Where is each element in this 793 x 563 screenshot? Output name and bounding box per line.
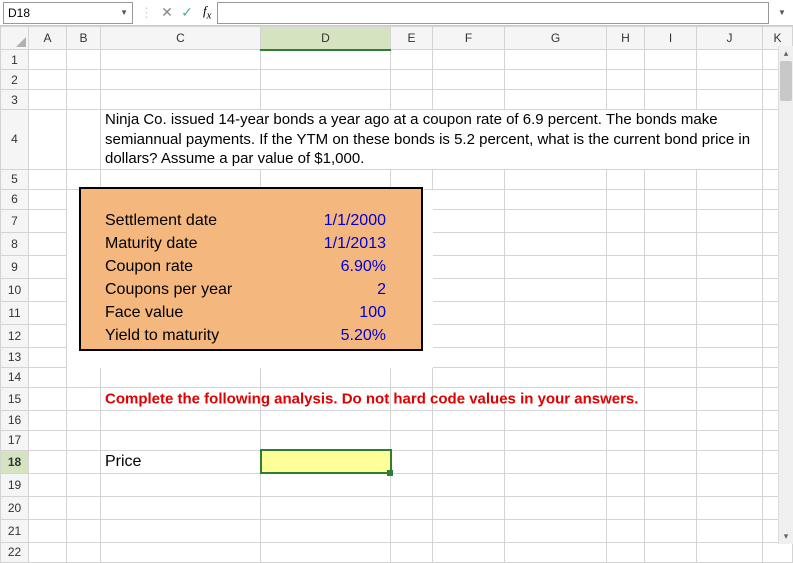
col-header-C[interactable]: C — [101, 27, 261, 50]
row-header[interactable]: 7 — [1, 209, 29, 232]
label-maturity[interactable]: Maturity date — [101, 232, 261, 255]
col-header-G[interactable]: G — [505, 27, 607, 50]
value-coupon[interactable]: 6.90% — [261, 255, 391, 278]
row-header[interactable]: 18 — [1, 450, 29, 473]
col-header-A[interactable]: A — [29, 27, 67, 50]
col-header-I[interactable]: I — [645, 27, 697, 50]
row-header[interactable]: 6 — [1, 189, 29, 209]
col-header-E[interactable]: E — [391, 27, 433, 50]
row-header[interactable]: 13 — [1, 347, 29, 367]
value-face[interactable]: 100 — [261, 301, 391, 324]
row-header[interactable]: 2 — [1, 70, 29, 90]
label-coupon[interactable]: Coupon rate — [101, 255, 261, 278]
chevron-down-icon[interactable]: ▼ — [120, 8, 128, 17]
scroll-up-icon[interactable]: ▴ — [779, 46, 793, 61]
formula-input[interactable] — [217, 2, 769, 24]
accept-icon[interactable]: ✓ — [177, 4, 197, 21]
scroll-thumb[interactable] — [780, 61, 792, 101]
label-settlement[interactable]: Settlement date — [101, 209, 261, 232]
label-face[interactable]: Face value — [101, 301, 261, 324]
col-header-H[interactable]: H — [607, 27, 645, 50]
scroll-down-icon[interactable]: ▾ — [779, 529, 793, 544]
name-box[interactable]: D18 ▼ — [3, 2, 133, 24]
row-header[interactable]: 4 — [1, 110, 29, 170]
row-header[interactable]: 12 — [1, 324, 29, 347]
value-settlement[interactable]: 1/1/2000 — [261, 209, 391, 232]
row-header[interactable]: 22 — [1, 542, 29, 562]
row-header[interactable]: 8 — [1, 232, 29, 255]
label-price[interactable]: Price — [101, 450, 261, 473]
column-headers: A B C D E F G H I J K — [1, 27, 793, 50]
fx-icon[interactable]: fx — [203, 3, 211, 22]
value-freq[interactable]: 2 — [261, 278, 391, 301]
col-header-F[interactable]: F — [433, 27, 505, 50]
price-input-cell[interactable] — [261, 450, 391, 473]
col-header-D[interactable]: D — [261, 27, 391, 50]
row-header[interactable]: 16 — [1, 410, 29, 430]
row-header[interactable]: 1 — [1, 50, 29, 70]
col-header-J[interactable]: J — [697, 27, 763, 50]
row-header[interactable]: 3 — [1, 90, 29, 110]
grid[interactable]: A B C D E F G H I J K 1 2 3 4 Ninja Co. … — [0, 26, 778, 544]
label-freq[interactable]: Coupons per year — [101, 278, 261, 301]
separator: ⋮ — [140, 5, 153, 21]
row-header[interactable]: 17 — [1, 430, 29, 450]
col-header-B[interactable]: B — [67, 27, 101, 50]
row-header[interactable]: 9 — [1, 255, 29, 278]
problem-text[interactable]: Ninja Co. issued 14-year bonds a year ag… — [101, 110, 763, 170]
vertical-scrollbar[interactable]: ▴ ▾ — [778, 46, 793, 544]
row-header[interactable]: 15 — [1, 387, 29, 410]
select-all-corner[interactable] — [1, 27, 29, 50]
cancel-icon[interactable]: ✕ — [157, 4, 177, 21]
row-header[interactable]: 19 — [1, 473, 29, 496]
label-ytm[interactable]: Yield to maturity — [101, 324, 261, 347]
row-header[interactable]: 10 — [1, 278, 29, 301]
name-box-value: D18 — [8, 6, 30, 20]
row-header[interactable]: 20 — [1, 496, 29, 519]
chevron-down-icon[interactable]: ▼ — [775, 8, 789, 17]
row-header[interactable]: 11 — [1, 301, 29, 324]
row-header[interactable]: 5 — [1, 169, 29, 189]
formula-bar: D18 ▼ ⋮ ✕ ✓ fx ▼ — [0, 0, 793, 26]
row-header[interactable]: 21 — [1, 519, 29, 542]
row-header[interactable]: 14 — [1, 367, 29, 387]
value-maturity[interactable]: 1/1/2013 — [261, 232, 391, 255]
instruction-cell[interactable]: Complete the following analysis. Do not … — [101, 387, 261, 410]
spreadsheet: A B C D E F G H I J K 1 2 3 4 Ninja Co. … — [0, 26, 793, 544]
value-ytm[interactable]: 5.20% — [261, 324, 391, 347]
